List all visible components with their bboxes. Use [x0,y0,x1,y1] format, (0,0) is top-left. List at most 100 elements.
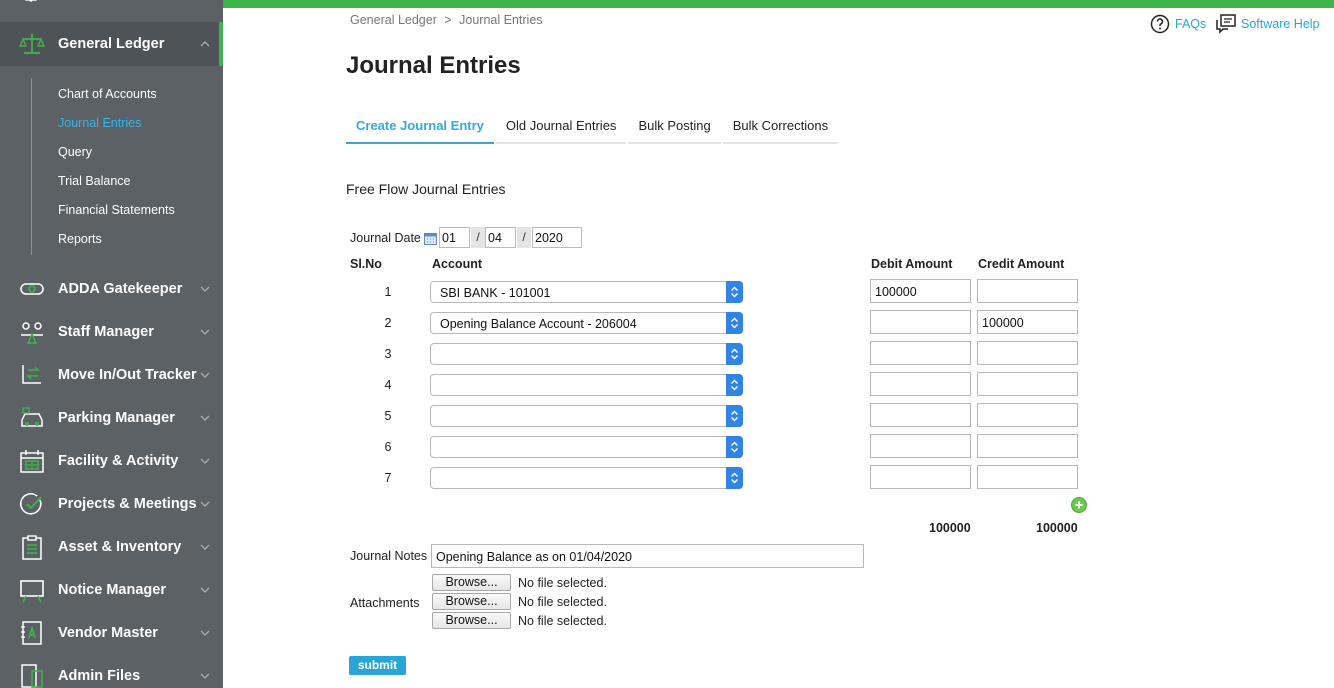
sidebar-item-adda-gatekeeper[interactable]: ADDA Gatekeeper [0,267,223,310]
credit-amount-input[interactable] [977,279,1078,303]
submenu-item-financial-statements[interactable]: Financial Statements [58,203,175,217]
plus-icon [1075,501,1083,509]
debit-amount-input[interactable] [870,434,971,458]
sidebar-item-label: Staff Manager [58,323,154,340]
browse-button[interactable]: Browse... [432,612,511,629]
software-help-label: Software Help [1241,17,1320,31]
chevron-down-icon [200,329,210,335]
sidebar-item-staff-manager[interactable]: Staff Manager [0,310,223,353]
debit-amount-input[interactable] [870,310,971,334]
sidebar-item-notice-manager[interactable]: Notice Manager [0,568,223,611]
sidebar-item-projects-meetings[interactable]: Projects & Meetings [0,482,223,525]
submenu-item-query[interactable]: Query [58,145,92,159]
date-month-input[interactable]: 04 [485,227,516,248]
file-status: No file selected. [518,614,607,628]
debit-amount-input[interactable] [870,403,971,427]
vendor-book-icon [19,620,45,646]
submenu-item-trial-balance[interactable]: Trial Balance [58,174,131,188]
submenu-item-journal-entries[interactable]: Journal Entries [58,116,141,130]
board-icon [19,577,45,603]
submit-button[interactable]: submit [349,656,406,675]
debit-amount-input[interactable] [870,465,971,489]
account-select[interactable] [430,467,743,489]
date-day-input[interactable]: 01 [439,227,470,248]
date-year-input[interactable]: 2020 [532,227,582,248]
car-icon [19,405,45,431]
chevron-down-icon [200,544,210,550]
debit-amount-input[interactable]: 100000 [870,279,971,303]
account-select[interactable] [430,405,743,427]
attachments-label: Attachments [350,596,420,610]
sidebar-item-parking-manager[interactable]: Parking Manager [0,396,223,439]
sidebar-item-label: Projects & Meetings [58,495,197,512]
tab-bulk-posting[interactable]: Bulk Posting [628,108,721,144]
chevron-down-icon [200,501,210,507]
select-arrows-icon [726,374,743,396]
debit-amount-input[interactable] [870,341,971,365]
sidebar-item-admin-files[interactable]: Admin Files [0,654,223,688]
row-number: 3 [384,347,392,361]
select-arrows-icon [726,343,743,365]
chevron-up-icon [200,40,210,46]
tab-create-journal-entry[interactable]: Create Journal Entry [346,108,494,144]
sidebar-item-label: Parking Manager [58,409,175,426]
row-number: 1 [384,285,392,299]
journal-notes-input[interactable]: Opening Balance as on 01/04/2020 [431,544,864,568]
credit-amount-input[interactable] [977,465,1078,489]
sidebar-item-facility-activity[interactable]: Facility & Activity [0,439,223,482]
debit-total: 100000 [929,521,971,535]
staff-icon [19,319,45,345]
file-status: No file selected. [518,595,607,609]
calendar-picker-icon[interactable] [424,232,437,245]
sidebar: General Ledger Chart of Accounts Journal… [0,0,223,688]
sidebar-item-label: Asset & Inventory [58,538,182,555]
credit-amount-input[interactable] [977,403,1078,427]
submenu-item-chart-of-accounts[interactable]: Chart of Accounts [58,87,157,101]
move-icon [19,362,45,388]
sidebar-item-label: Facility & Activity [58,452,179,469]
account-select-value: SBI BANK - 101001 [440,286,551,300]
row-number: 6 [384,440,392,454]
chevron-down-icon [200,673,210,679]
row-number: 7 [384,471,392,485]
date-separator: / [471,227,485,248]
breadcrumb-separator: > [444,13,452,27]
credit-amount-input[interactable] [977,434,1078,458]
browse-button[interactable]: Browse... [432,574,511,591]
account-select[interactable] [430,343,743,365]
home-icon[interactable] [20,0,42,8]
chevron-down-icon [200,372,210,378]
chevron-down-icon [200,587,210,593]
credit-amount-input[interactable]: 100000 [977,310,1078,334]
sidebar-item-asset-inventory[interactable]: Asset & Inventory [0,525,223,568]
sidebar-item-move-tracker[interactable]: Move In/Out Tracker [0,353,223,396]
account-select[interactable]: Opening Balance Account - 206004 [430,312,743,334]
credit-amount-input[interactable] [977,341,1078,365]
date-separator: / [517,227,531,248]
sidebar-item-vendor-master[interactable]: Vendor Master [0,611,223,654]
browse-button[interactable]: Browse... [432,593,511,610]
sidebar-item-label: Notice Manager [58,581,166,598]
add-row-button[interactable] [1071,497,1087,513]
software-help-link[interactable]: Software Help [1215,14,1320,34]
faqs-link[interactable]: FAQs [1150,14,1206,34]
sidebar-item-label: Admin Files [58,667,141,684]
select-arrows-icon [726,405,743,427]
credit-amount-input[interactable] [977,372,1078,396]
tab-bulk-corrections[interactable]: Bulk Corrections [722,108,839,144]
account-select[interactable]: SBI BANK - 101001 [430,281,743,303]
tab-old-journal-entries[interactable]: Old Journal Entries [495,108,627,144]
check-circle-icon [19,491,45,517]
files-icon [19,663,45,688]
select-arrows-icon [726,281,743,303]
account-select[interactable] [430,436,743,458]
calendar-icon [19,448,45,474]
breadcrumb-root[interactable]: General Ledger [350,13,437,27]
submenu-item-reports[interactable]: Reports [58,232,102,246]
select-arrows-icon [726,312,743,334]
sidebar-item-general-ledger[interactable]: General Ledger [0,22,223,65]
account-select[interactable] [430,374,743,396]
journal-notes-label: Journal Notes [350,549,428,563]
chat-help-icon [1216,14,1236,34]
debit-amount-input[interactable] [870,372,971,396]
